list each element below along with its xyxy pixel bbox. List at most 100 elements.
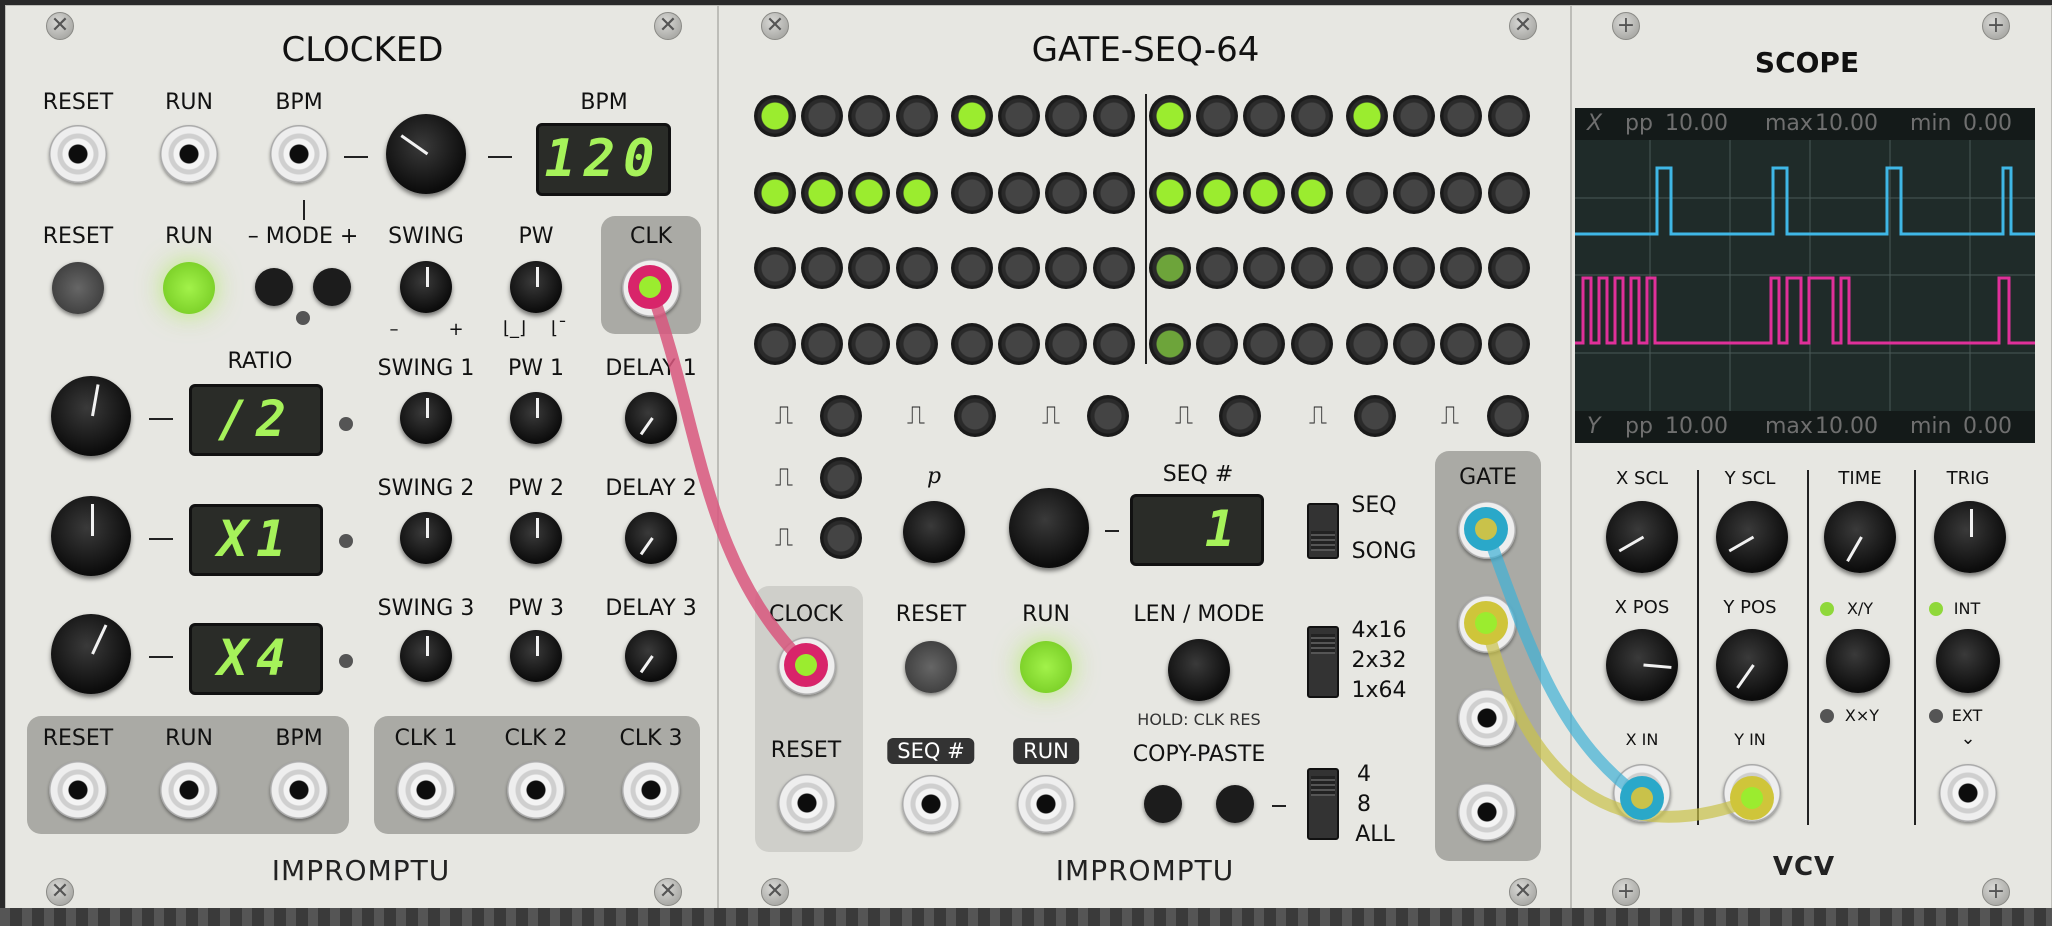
step-button[interactable]	[1045, 95, 1087, 137]
ext-trig-input-jack[interactable]	[1939, 764, 1997, 822]
step-button[interactable]	[1196, 247, 1238, 289]
step-button[interactable]	[951, 95, 993, 137]
step-button[interactable]	[1346, 247, 1388, 289]
copy-button[interactable]	[1144, 785, 1182, 823]
step-button[interactable]	[1196, 95, 1238, 137]
step-button[interactable]	[1346, 95, 1388, 137]
step-button[interactable]	[896, 172, 938, 214]
delay-2-knob[interactable]	[625, 512, 677, 564]
step-button[interactable]	[1488, 247, 1530, 289]
step-button[interactable]	[896, 323, 938, 365]
step-button[interactable]	[801, 172, 843, 214]
step-button[interactable]	[1346, 323, 1388, 365]
y-input-jack[interactable]	[1723, 764, 1781, 822]
mode-minus-button[interactable]	[255, 268, 293, 306]
bpm-input-jack[interactable]	[270, 125, 328, 183]
step-button[interactable]	[1243, 172, 1285, 214]
step-button[interactable]	[848, 172, 890, 214]
reset-button[interactable]	[905, 641, 957, 693]
clk-2-output-jack[interactable]	[507, 761, 565, 819]
step-button[interactable]	[1291, 95, 1333, 137]
pw-1-knob[interactable]	[510, 392, 562, 444]
pw-3-knob[interactable]	[510, 630, 562, 682]
step-button[interactable]	[896, 247, 938, 289]
pw-2-knob[interactable]	[510, 512, 562, 564]
seq-number-cv-jack[interactable]	[902, 775, 960, 833]
pw-knob[interactable]	[510, 261, 562, 313]
step-button[interactable]	[1346, 172, 1388, 214]
step-button[interactable]	[1393, 95, 1435, 137]
step-button[interactable]	[1488, 323, 1530, 365]
probability-knob[interactable]	[903, 501, 965, 563]
step-button[interactable]	[1093, 323, 1135, 365]
step-button[interactable]	[1149, 172, 1191, 214]
paste-button[interactable]	[1216, 785, 1254, 823]
step-button[interactable]	[848, 247, 890, 289]
step-button[interactable]	[801, 95, 843, 137]
step-button[interactable]	[801, 323, 843, 365]
step-button[interactable]	[1196, 172, 1238, 214]
step-button[interactable]	[1045, 247, 1087, 289]
x-scale-knob[interactable]	[1606, 501, 1678, 573]
delay-1-knob[interactable]	[625, 392, 677, 444]
run-button[interactable]	[163, 262, 215, 314]
step-button[interactable]	[848, 323, 890, 365]
copy-size-switch[interactable]	[1307, 768, 1339, 840]
step-button[interactable]	[998, 95, 1040, 137]
step-button[interactable]	[754, 172, 796, 214]
step-button[interactable]	[801, 247, 843, 289]
gate-3-output-jack[interactable]	[1458, 689, 1516, 747]
step-button[interactable]	[896, 95, 938, 137]
step-button[interactable]	[998, 323, 1040, 365]
reset-button[interactable]	[52, 262, 104, 314]
step-button[interactable]	[1393, 247, 1435, 289]
step-button[interactable]	[1045, 172, 1087, 214]
clk-1-output-jack[interactable]	[397, 761, 455, 819]
swing-knob[interactable]	[400, 261, 452, 313]
step-button[interactable]	[951, 247, 993, 289]
step-button[interactable]	[1393, 172, 1435, 214]
ratio-2-knob[interactable]	[51, 496, 131, 576]
step-button[interactable]	[848, 95, 890, 137]
step-button[interactable]	[1243, 247, 1285, 289]
gate-type-50-button[interactable]	[954, 395, 996, 437]
gate-type-75-button[interactable]	[1087, 395, 1129, 437]
x-position-knob[interactable]	[1606, 629, 1678, 701]
gate-1-output-jack[interactable]	[1458, 501, 1516, 559]
time-knob[interactable]	[1824, 501, 1896, 573]
step-button[interactable]	[1149, 323, 1191, 365]
step-button[interactable]	[1196, 323, 1238, 365]
gate-type-100-button[interactable]	[1219, 395, 1261, 437]
seq-select-knob[interactable]	[1009, 488, 1089, 568]
step-button[interactable]	[1393, 323, 1435, 365]
step-button[interactable]	[951, 323, 993, 365]
y-scale-knob[interactable]	[1716, 501, 1788, 573]
y-position-knob[interactable]	[1716, 629, 1788, 701]
run-cv-jack[interactable]	[1017, 775, 1075, 833]
step-button[interactable]	[1488, 95, 1530, 137]
step-button[interactable]	[951, 172, 993, 214]
bpm-knob[interactable]	[386, 114, 466, 194]
step-button[interactable]	[1440, 247, 1482, 289]
step-button[interactable]	[1243, 95, 1285, 137]
clk-3-output-jack[interactable]	[622, 761, 680, 819]
swing-3-knob[interactable]	[400, 630, 452, 682]
ratio-3-knob[interactable]	[51, 614, 131, 694]
reset-input-jack[interactable]	[49, 125, 107, 183]
step-button[interactable]	[1045, 323, 1087, 365]
trig-level-knob[interactable]	[1934, 501, 2006, 573]
step-button[interactable]	[1488, 172, 1530, 214]
seq-song-switch[interactable]	[1307, 503, 1339, 559]
step-button[interactable]	[754, 95, 796, 137]
step-button[interactable]	[1291, 247, 1333, 289]
step-button[interactable]	[998, 172, 1040, 214]
gate-2-output-jack[interactable]	[1458, 595, 1516, 653]
step-button[interactable]	[1093, 247, 1135, 289]
run-input-jack[interactable]	[160, 125, 218, 183]
step-button[interactable]	[1440, 323, 1482, 365]
step-button[interactable]	[1440, 95, 1482, 137]
len-config-switch[interactable]	[1307, 626, 1339, 698]
gate-type-trig3-button[interactable]	[1354, 395, 1396, 437]
step-button[interactable]	[1093, 172, 1135, 214]
step-button[interactable]	[1291, 323, 1333, 365]
